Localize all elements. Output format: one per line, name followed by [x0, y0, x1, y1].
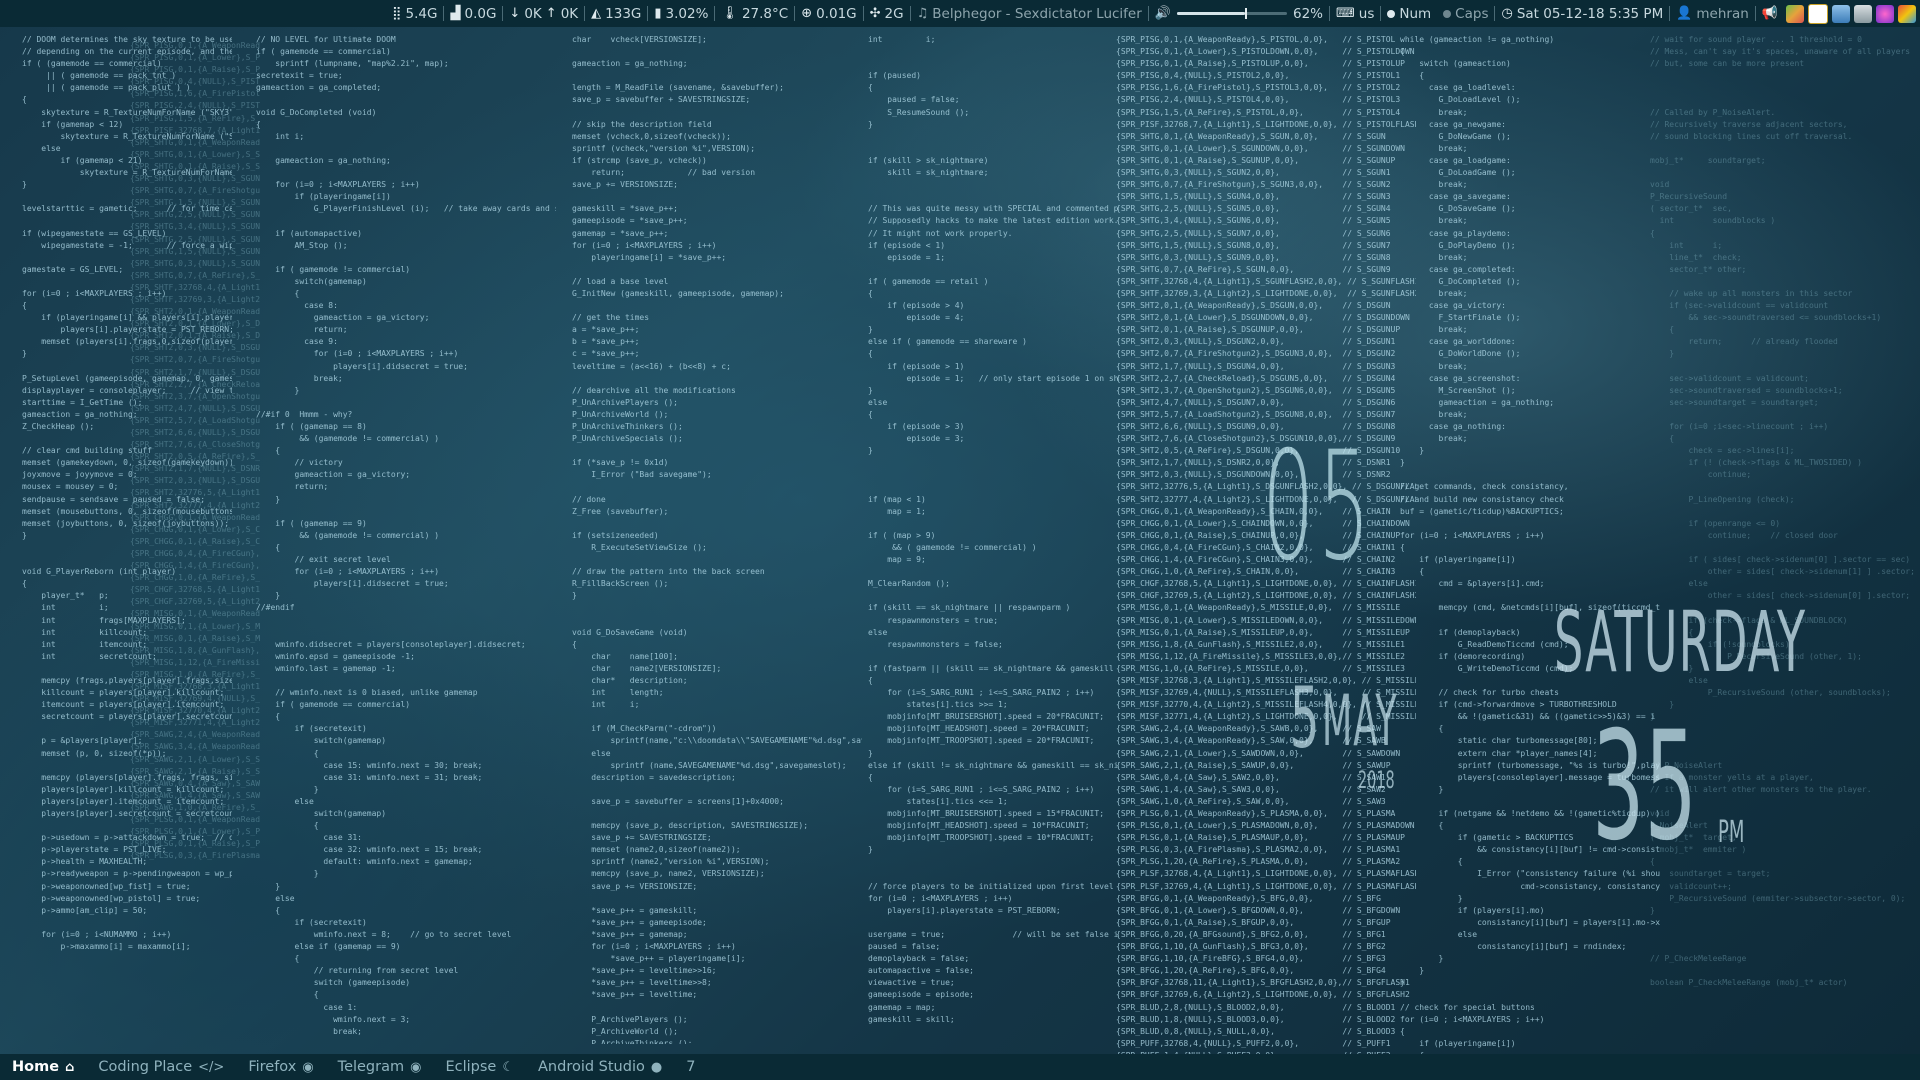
- code-column-6: while (gameaction != ga_nothing) { switc…: [1400, 35, 1660, 1054]
- clock-icon: ◷: [1501, 6, 1513, 21]
- clock-year: 2018: [1358, 766, 1395, 794]
- num-lock-dot-icon: [1387, 9, 1396, 18]
- temperature-widget[interactable]: 🌡 27.8°C: [715, 0, 794, 27]
- disk-widget[interactable]: ◭ 133G: [585, 0, 647, 27]
- workspace-home[interactable]: Home ⌂: [0, 1054, 86, 1080]
- system-tray: 📢: [1756, 0, 1920, 27]
- cpu-widget[interactable]: ▮ 3.02%: [648, 0, 714, 27]
- disk-value: 133G: [605, 5, 642, 22]
- tray-window-icon[interactable]: [1832, 4, 1850, 23]
- disk-icon: ◭: [591, 6, 602, 21]
- workspace-android-studio[interactable]: Android Studio ●: [526, 1054, 674, 1080]
- net-down-value: 0K: [524, 5, 542, 22]
- workspace-7[interactable]: 7: [674, 1054, 707, 1080]
- speaker-icon: 🔊: [1154, 6, 1171, 21]
- code-column-4: int i; if (paused) { paused = false; S_R…: [868, 35, 1118, 1024]
- workspace-label: Firefox: [248, 1059, 297, 1075]
- swap-widget[interactable]: ▟ 0.0G: [444, 0, 502, 27]
- ram-value: 2G: [884, 5, 904, 22]
- tray-app-icon[interactable]: [1786, 4, 1804, 23]
- code-column-2: // NO LEVEL for Ultimate DOOM if ( gamem…: [256, 35, 556, 1036]
- music-note-icon: ♫: [916, 6, 929, 21]
- caps-lock-label: Caps: [1455, 5, 1489, 22]
- caps-lock-dot-icon: [1443, 9, 1452, 18]
- num-lock-label: Num: [1399, 5, 1432, 22]
- cpu-icon: ▮: [654, 6, 662, 21]
- cpu-value: 3.02%: [665, 5, 709, 22]
- workspace-telegram[interactable]: Telegram ◉: [326, 1054, 434, 1080]
- workspace-label: Android Studio: [538, 1059, 645, 1075]
- memory-widget[interactable]: ⣿ 5.4G: [386, 0, 443, 27]
- code-column-dim-1: {SPR_PISG,0,1,{A_WeaponReady},S_PISTOL,0…: [130, 41, 260, 860]
- memory-icon: ⣿: [392, 6, 402, 21]
- firefox-icon: ◉: [302, 1059, 314, 1075]
- user-icon: 👤: [1676, 6, 1693, 21]
- tray-document-icon[interactable]: [1808, 3, 1828, 24]
- volume-value: 62%: [1292, 5, 1323, 22]
- top-status-bar: ⣿ 5.4G ▟ 0.0G ↓ 0K ↑ 0K ◭ 133G ▮ 3.02% 🌡…: [0, 0, 1920, 27]
- eclipse-icon: ☾: [502, 1059, 514, 1075]
- workspace-taskbar: Home ⌂ Coding Place </> Firefox ◉ Telegr…: [0, 1054, 1920, 1080]
- volume-slider-fill: [1176, 12, 1246, 15]
- workspace-label: Eclipse: [445, 1059, 497, 1075]
- memory-value: 5.4G: [405, 5, 438, 22]
- temperature-value: 27.8°C: [741, 5, 789, 22]
- workspace-label: Home: [12, 1059, 60, 1075]
- gamepad-icon: ✣: [869, 6, 881, 21]
- caps-lock-indicator: Caps: [1437, 0, 1494, 27]
- tray-drive-icon[interactable]: [1854, 4, 1872, 23]
- clock-hour: 5: [1290, 669, 1320, 767]
- user-widget[interactable]: 👤 mehran: [1670, 0, 1755, 27]
- code-column-7: // wait for sound player ... 1 threshold…: [1650, 35, 1915, 988]
- volume-slider-knob[interactable]: [1245, 8, 1248, 19]
- keyboard-icon: ⌨: [1336, 6, 1355, 21]
- tray-color-icon[interactable]: [1898, 4, 1916, 23]
- clock-month: MAY: [1322, 680, 1398, 762]
- network-total-value: 0.01G: [816, 5, 857, 22]
- home-icon: ⌂: [65, 1059, 75, 1075]
- megaphone-icon[interactable]: 📢: [1762, 6, 1778, 21]
- globe-icon: ⊕: [801, 6, 813, 21]
- ram-widget[interactable]: ✣ 2G: [864, 0, 910, 27]
- keyboard-layout-value: us: [1358, 5, 1375, 22]
- now-playing-widget[interactable]: ♫ Belphegor - Sexdictator Lucifer: [911, 0, 1148, 27]
- net-up-value: 0K: [560, 5, 579, 22]
- workspace-coding-place[interactable]: Coding Place </>: [86, 1054, 236, 1080]
- volume-widget[interactable]: 🔊 62%: [1149, 0, 1329, 27]
- workspace-label: Telegram: [337, 1059, 405, 1075]
- clock-minute: 35: [1592, 700, 1697, 874]
- datetime-value: Sat 05-12-18 5:35 PM: [1516, 5, 1664, 22]
- clock-weekday: SATURDAY: [1554, 593, 1807, 691]
- swap-value: 0.0G: [464, 5, 497, 22]
- code-icon: </>: [198, 1059, 225, 1075]
- user-name: mehran: [1696, 5, 1749, 22]
- num-lock-indicator: Num: [1381, 0, 1437, 27]
- network-speed-widget[interactable]: ↓ 0K ↑ 0K: [503, 0, 584, 27]
- volume-slider[interactable]: [1176, 8, 1287, 19]
- keyboard-layout-widget[interactable]: ⌨ us: [1330, 0, 1380, 27]
- workspace-eclipse[interactable]: Eclipse ☾: [433, 1054, 526, 1080]
- download-arrow-icon: ↓: [509, 6, 521, 21]
- now-playing-title: Belphegor - Sexdictator Lucifer: [932, 5, 1142, 22]
- chart-icon: ▟: [450, 6, 461, 21]
- thermometer-icon: 🌡: [721, 6, 738, 21]
- code-column-3: char vcheck[VERSIONSIZE]; gameaction = g…: [572, 35, 862, 1044]
- workspace-label: 7: [686, 1059, 696, 1075]
- desktop-wallpaper: // DOOM determines the sky texture to be…: [0, 0, 1920, 1080]
- android-icon: ●: [650, 1059, 663, 1075]
- telegram-icon: ◉: [410, 1059, 422, 1075]
- workspace-firefox[interactable]: Firefox ◉: [236, 1054, 325, 1080]
- upload-arrow-icon: ↑: [545, 6, 557, 21]
- tray-messenger-icon[interactable]: [1876, 4, 1894, 23]
- clock-ampm: PM: [1718, 815, 1745, 850]
- network-total-widget[interactable]: ⊕ 0.01G: [795, 0, 862, 27]
- clock-day: 05: [1262, 420, 1374, 594]
- datetime-widget[interactable]: ◷ Sat 05-12-18 5:35 PM: [1495, 0, 1669, 27]
- workspace-label: Coding Place: [98, 1059, 193, 1075]
